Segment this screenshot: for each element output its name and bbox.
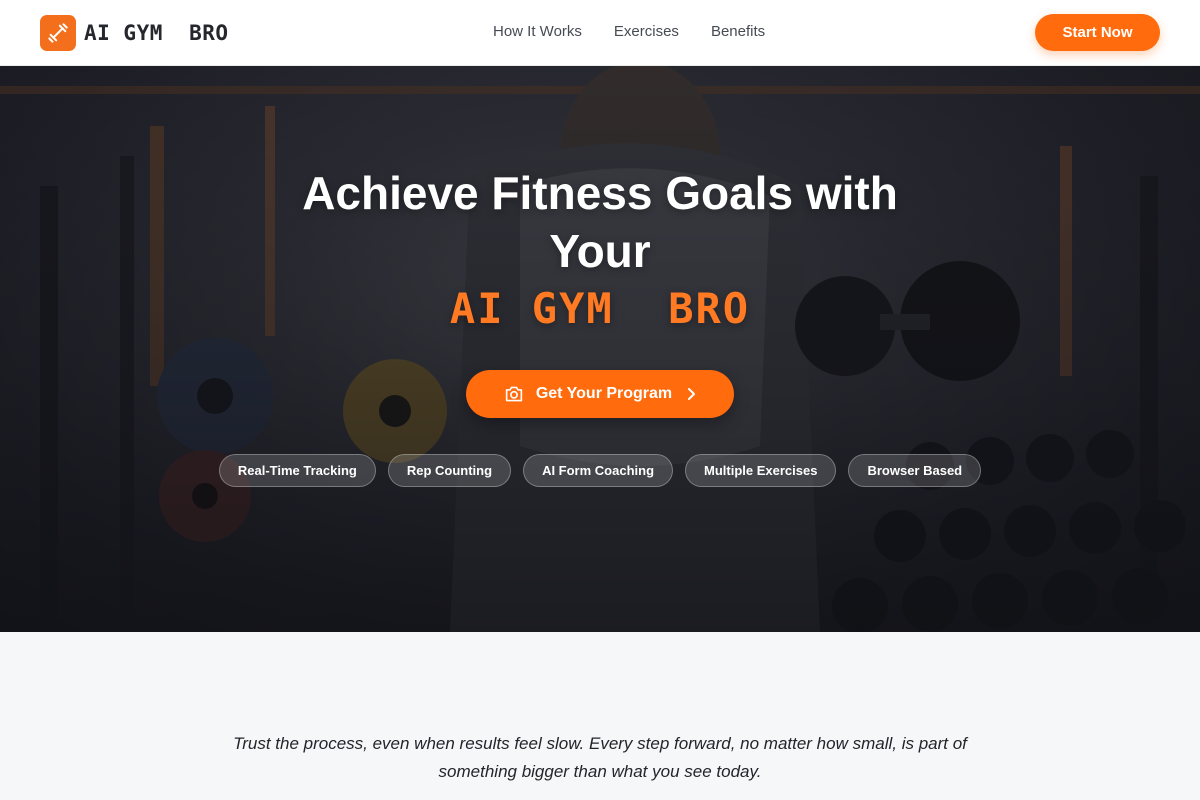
hero-title: Achieve Fitness Goals with Your	[302, 167, 898, 277]
get-program-button[interactable]: Get Your Program	[466, 370, 734, 418]
chevron-right-icon	[688, 388, 696, 400]
dumbbell-icon	[40, 15, 76, 51]
feature-tags: Real-Time Tracking Rep Counting AI Form …	[200, 454, 1000, 499]
tag-multiple-exercises: Multiple Exercises	[685, 454, 837, 487]
hero-brand: AI GYM BRO	[449, 284, 751, 333]
motivational-quote: Trust the process, even when results fee…	[233, 734, 967, 781]
camera-icon	[505, 386, 523, 402]
get-program-label: Get Your Program	[535, 385, 673, 402]
tag-browser-based: Browser Based	[848, 454, 982, 487]
brand-logo[interactable]: AI GYM BRO	[40, 15, 229, 51]
hero-section: Achieve Fitness Goals with Your AI GYM B…	[0, 66, 1200, 632]
tag-real-time-tracking: Real-Time Tracking	[218, 454, 376, 487]
nav-benefits[interactable]: Benefits	[711, 23, 765, 40]
nav-exercises[interactable]: Exercises	[614, 23, 679, 40]
hero-overlay	[0, 66, 1200, 632]
tag-ai-form-coaching: AI Form Coaching	[523, 454, 674, 487]
nav-how-it-works[interactable]: How It Works	[493, 23, 582, 40]
brand-name: AI GYM BRO	[84, 21, 229, 45]
tag-rep-counting: Rep Counting	[387, 454, 512, 487]
start-now-button[interactable]: Start Now	[1035, 14, 1160, 51]
nav-links: How It Works Exercises Benefits	[493, 23, 765, 40]
navbar: AI GYM BRO How It Works Exercises Benefi…	[0, 0, 1200, 66]
